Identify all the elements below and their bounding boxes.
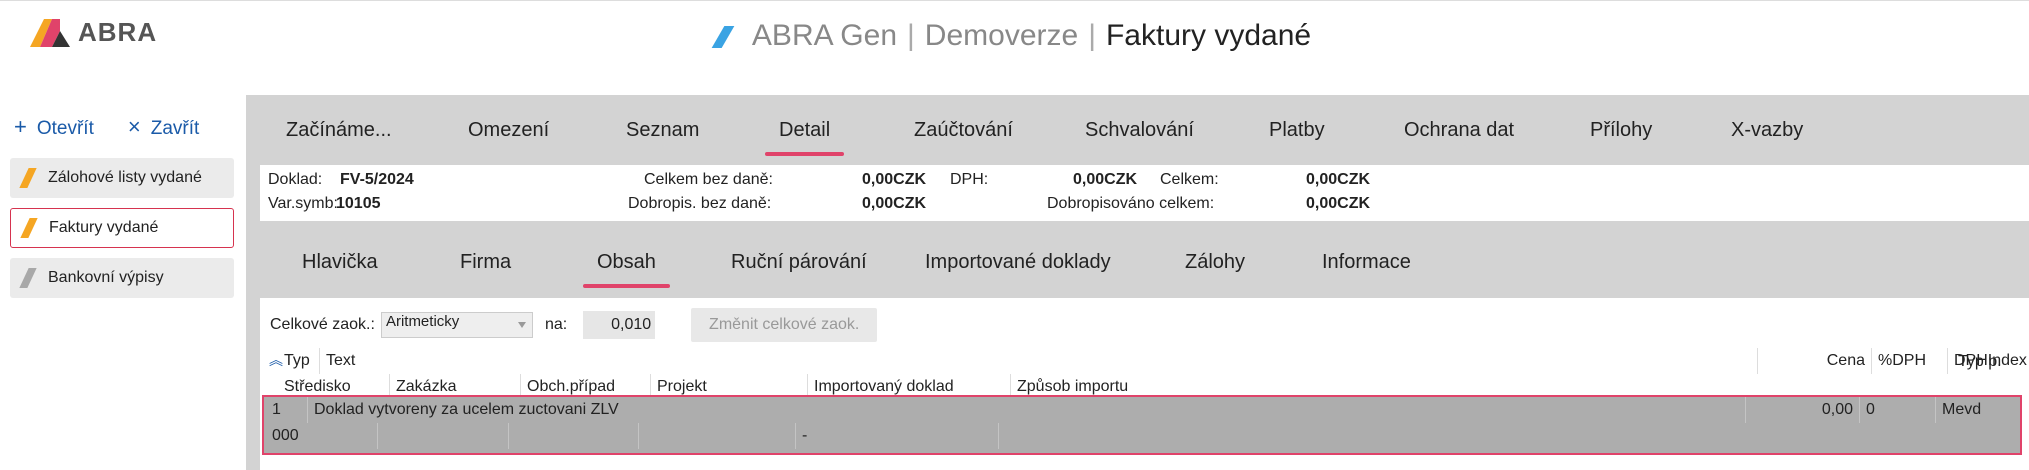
app-title: ABRA Gen | Demoverze | Faktury vydané [0, 19, 2029, 53]
document-summary: Doklad: FV-5/2024 Var.symb: 10105 Celkem… [260, 165, 2029, 221]
items-grid: ︽ Typ Text Cena %DPH DPHIndex Středisko … [260, 348, 2029, 400]
table-row[interactable]: 000 - [264, 423, 2020, 449]
open-label: Otevřít [36, 118, 94, 139]
rounding-label: Celkové zaok.: [270, 316, 375, 333]
tab-seznam[interactable]: Seznam [626, 119, 699, 142]
cell-importovany-doklad: - [796, 423, 999, 449]
table-row[interactable]: 1 Doklad vytvoreny za ucelem zuctovani Z… [264, 397, 2020, 423]
chevron-down-icon [517, 322, 526, 328]
rounding-select-value: Aritmeticky [385, 313, 460, 330]
title-part2: Demoverze [924, 19, 1079, 52]
tab-schvalovani[interactable]: Schvalování [1085, 119, 1194, 142]
nav-item-label: Bankovní výpisy [48, 269, 164, 286]
top-bar: ABRA ABRA Gen | Demoverze | Faktury vydané [0, 0, 2029, 80]
celkem-value: 0,00CZK [1306, 171, 1371, 188]
subtab-zalohy[interactable]: Zálohy [1185, 251, 1245, 274]
subtab-rucni-parovani[interactable]: Ruční párování [731, 251, 867, 274]
subtab-importovane-doklady[interactable]: Importované doklady [925, 251, 1111, 274]
document-gray-icon [19, 268, 37, 288]
dph-value: 0,00CZK [1073, 171, 1138, 188]
subtab-informace[interactable]: Informace [1322, 251, 1411, 274]
page-title: Faktury vydané [1105, 19, 1312, 52]
tab-detail[interactable]: Detail [764, 119, 845, 156]
cell-dphindex: Mevd [1936, 397, 2029, 423]
varsymb-label: Var.symb: [268, 195, 338, 212]
col-cena[interactable]: Cena [1758, 348, 1872, 374]
grid-header-row1: Typ Text Cena %DPH DPHIndex [260, 348, 2029, 374]
detail-subtabs: Hlavička Firma Obsah Ruční párování Impo… [246, 227, 2029, 297]
plus-icon: + [14, 114, 27, 139]
cell-obchpripad [509, 423, 639, 449]
doklad-value: FV-5/2024 [340, 171, 414, 188]
close-button[interactable]: × Zavřít [128, 114, 199, 140]
title-part1: ABRA Gen [751, 19, 897, 52]
nav-item-zalohove-listy[interactable]: Zálohové listy vydané [10, 158, 234, 198]
left-panel: + Otevřít × Zavřít Zálohové listy vydané F… [0, 80, 244, 470]
cell-zakazka [378, 423, 509, 449]
panel-actions: + Otevřít × Zavřít [14, 114, 199, 140]
col-typ[interactable]: Typ [278, 348, 320, 374]
title-separator: | [1088, 19, 1096, 52]
tab-zaciname[interactable]: Začínáme... [286, 119, 392, 142]
nav-item-faktury-vydane[interactable]: Faktury vydané [10, 208, 234, 248]
tab-ochrana-dat[interactable]: Ochrana dat [1404, 119, 1514, 142]
subtab-obsah[interactable]: Obsah [583, 251, 670, 288]
grid-typp-header[interactable]: Typ p. [1952, 349, 2002, 375]
nav-item-label: Faktury vydané [49, 219, 159, 236]
celkem-bez-dane-label: Celkem bez daně: [644, 171, 773, 188]
tab-platby[interactable]: Platby [1269, 119, 1325, 142]
change-rounding-button[interactable]: Změnit celkové zaok. [691, 308, 878, 342]
document-orange-icon [20, 218, 38, 238]
document-orange-icon [19, 168, 37, 188]
cell-stredisko: 000 [266, 423, 378, 449]
close-icon: × [127, 114, 141, 139]
dobropis-bez-dane-value: 0,00CZK [862, 195, 927, 212]
dobropisovano-label: Dobropisováno celkem: [1047, 195, 1215, 212]
cell-cena: 0,00 [1746, 397, 1860, 423]
cell-text: Doklad vytvoreny za ucelem zuctovani ZLV [308, 397, 1746, 423]
col-text[interactable]: Text [320, 348, 1758, 374]
subtab-firma[interactable]: Firma [460, 251, 511, 274]
close-label: Zavřít [150, 118, 200, 139]
dobropis-bez-dane-label: Dobropis. bez daně: [628, 195, 772, 212]
tab-x-vazby[interactable]: X-vazby [1731, 119, 1803, 142]
doklad-label: Doklad: [268, 171, 323, 188]
cell-typ: 1 [266, 397, 308, 423]
selected-record[interactable]: 1 Doklad vytvoreny za ucelem zuctovani Z… [262, 395, 2022, 455]
varsymb-value: 10105 [336, 195, 381, 212]
cell-dph: 0 [1860, 397, 1936, 423]
title-slash-icon [711, 26, 735, 49]
col-dph[interactable]: %DPH [1872, 348, 1948, 374]
main-tabs: Začínáme... Omezení Seznam Detail Zaúčto… [246, 95, 2029, 165]
celkem-bez-dane-value: 0,00CZK [862, 171, 927, 188]
subtab-hlavicka[interactable]: Hlavička [302, 251, 378, 274]
nav-item-bankovni-vypisy[interactable]: Bankovní výpisy [10, 258, 234, 298]
nav-item-label: Zálohové listy vydané [48, 169, 202, 186]
tab-omezeni[interactable]: Omezení [468, 119, 549, 142]
rounding-select[interactable]: Aritmeticky [380, 312, 533, 338]
title-separator: | [907, 19, 915, 52]
rounding-row: Celkové zaok.: Aritmeticky na: 0,010 Změ… [260, 308, 878, 342]
tab-prilohy[interactable]: Přílohy [1590, 119, 1652, 142]
dph-label: DPH: [950, 171, 989, 188]
tab-zauctovani[interactable]: Zaúčtování [914, 119, 1013, 142]
dobropisovano-value: 0,00CZK [1306, 195, 1371, 212]
na-label: na: [544, 316, 568, 333]
celkem-label: Celkem: [1160, 171, 1219, 188]
na-input[interactable]: 0,010 [583, 311, 656, 339]
cell-zpusob-importu [999, 423, 2018, 449]
cell-projekt [639, 423, 796, 449]
open-button[interactable]: + Otevřít [14, 114, 94, 140]
